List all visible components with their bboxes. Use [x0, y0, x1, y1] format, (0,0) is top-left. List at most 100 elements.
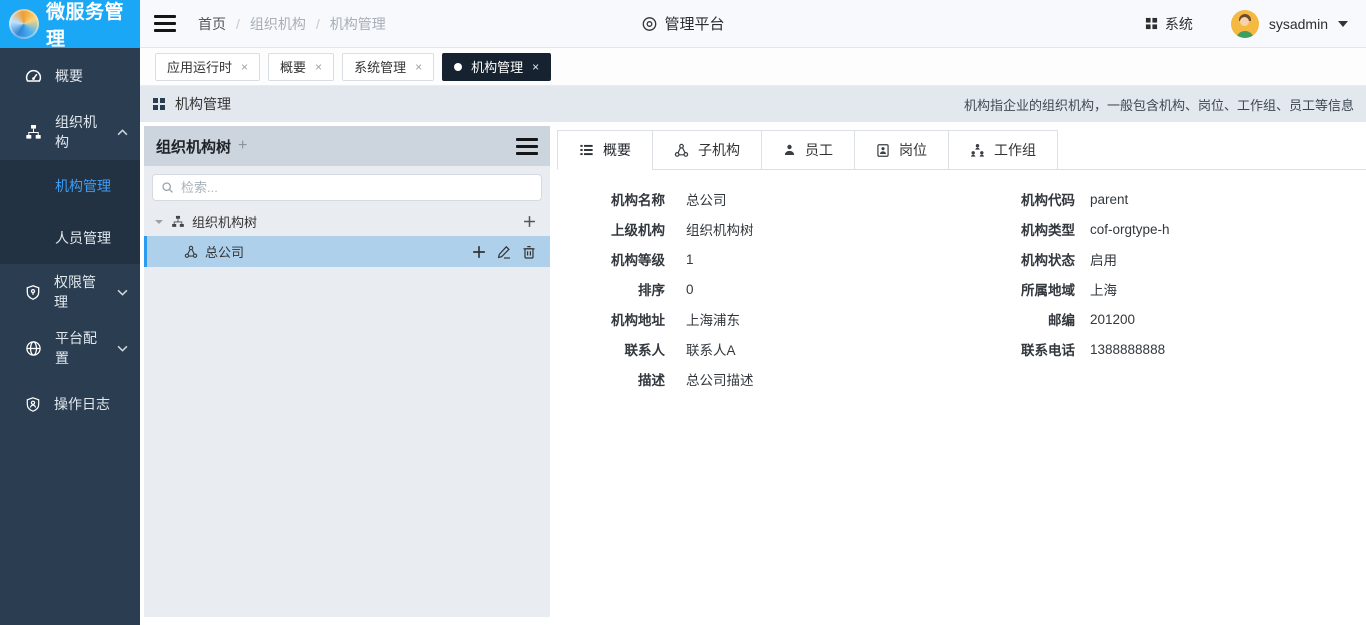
- open-tab-system-management[interactable]: 系统管理 ×: [342, 53, 434, 81]
- breadcrumb-home[interactable]: 首页: [198, 14, 226, 34]
- grid-icon: [152, 97, 166, 111]
- breadcrumb-separator: /: [236, 16, 240, 32]
- org-tree-panel: 组织机构树 + 组织机构树 总公司: [144, 126, 550, 617]
- sidebar-item-org-management[interactable]: 机构管理: [0, 160, 140, 212]
- field-value: 1: [686, 252, 694, 267]
- chevron-down-icon: [117, 345, 128, 352]
- tree-root-node[interactable]: 组织机构树: [144, 207, 550, 236]
- field-label: 机构类型: [990, 219, 1075, 239]
- open-tab-overview[interactable]: 概要 ×: [268, 53, 334, 81]
- sidebar-item-organization[interactable]: 组织机构: [0, 104, 140, 160]
- breadcrumb-current: 机构管理: [330, 14, 386, 34]
- field-value: 组织机构树: [686, 219, 754, 239]
- field-label: 机构地址: [557, 309, 665, 329]
- username[interactable]: sysadmin: [1269, 16, 1328, 32]
- field-label: 机构状态: [990, 249, 1075, 269]
- add-node-icon[interactable]: [472, 245, 486, 259]
- tab-label: 概要: [603, 140, 631, 160]
- system-menu[interactable]: 系统: [1145, 14, 1193, 34]
- field-row: 机构等级 1: [557, 244, 990, 274]
- open-tab-app-runtime[interactable]: 应用运行时 ×: [155, 53, 260, 81]
- header-actions: 系统 sysadmin: [1145, 10, 1366, 38]
- open-tab-label: 概要: [280, 57, 306, 76]
- tab-positions[interactable]: 岗位: [854, 130, 949, 170]
- logo-swirl-icon: [9, 9, 39, 39]
- field-label: 联系电话: [990, 339, 1075, 359]
- org-icon: [674, 143, 689, 158]
- add-node-icon[interactable]: [523, 215, 536, 228]
- close-icon[interactable]: ×: [532, 60, 539, 74]
- delete-icon[interactable]: [522, 245, 536, 259]
- sidebar-toggle-icon[interactable]: [154, 15, 176, 32]
- breadcrumb-org[interactable]: 组织机构: [250, 14, 306, 34]
- sidebar-item-platform-config[interactable]: 平台配置: [0, 320, 140, 376]
- tree-node-head-office[interactable]: 总公司: [144, 236, 550, 267]
- system-label: 系统: [1165, 14, 1193, 34]
- page-hint: 机构指企业的组织机构，一般包含机构、岗位、工作组、员工等信息: [964, 95, 1354, 114]
- field-value: 上海: [1090, 279, 1117, 299]
- sidebar-item-personnel-management[interactable]: 人员管理: [0, 212, 140, 264]
- add-icon[interactable]: +: [238, 137, 247, 155]
- tree-search-input[interactable]: [152, 174, 542, 201]
- field-value: 总公司: [686, 189, 727, 209]
- shield-icon: [25, 284, 41, 301]
- app-title: 微服务管理: [46, 0, 140, 51]
- tree-panel-title: 组织机构树: [156, 136, 231, 157]
- person-icon: [783, 143, 796, 157]
- sidebar-item-label: 概要: [55, 66, 83, 86]
- sidebar-item-label: 机构管理: [55, 176, 111, 196]
- list-icon: [579, 143, 594, 157]
- field-row: 机构类型 cof-orgtype-h: [990, 214, 1366, 244]
- field-row: 描述总公司描述: [557, 364, 990, 394]
- app-logo[interactable]: 微服务管理: [0, 0, 140, 48]
- chevron-down-icon: [117, 289, 128, 296]
- grid-icon: [1145, 17, 1158, 30]
- tab-employees[interactable]: 员工: [761, 130, 855, 170]
- field-label: 所属地域: [990, 279, 1075, 299]
- sidebar-item-permissions[interactable]: 权限管理: [0, 264, 140, 320]
- tab-label: 岗位: [899, 140, 927, 160]
- panel-menu-icon[interactable]: [516, 138, 538, 155]
- caret-down-icon[interactable]: [154, 217, 164, 227]
- close-icon[interactable]: ×: [315, 60, 322, 74]
- sidebar-item-overview[interactable]: 概要: [0, 48, 140, 104]
- org-icon: [184, 245, 198, 259]
- org-detail-fields: 机构名称总公司 上级机构组织机构树 机构等级1 排序0 机构地址上海浦东 联系人…: [557, 184, 1366, 394]
- sitemap-icon: [25, 124, 42, 140]
- field-label: 描述: [557, 369, 665, 389]
- sidebar-item-label: 组织机构: [55, 112, 104, 152]
- fields-left-column: 机构名称总公司 上级机构组织机构树 机构等级1 排序0 机构地址上海浦东 联系人…: [557, 184, 990, 394]
- caret-down-icon[interactable]: [1338, 21, 1348, 27]
- sidebar-item-operation-log[interactable]: 操作日志: [0, 376, 140, 432]
- badge-icon: [876, 143, 890, 158]
- field-label: 机构等级: [557, 249, 665, 269]
- tree-node-actions: [472, 245, 536, 259]
- tree-node-label: 组织机构树: [192, 212, 257, 231]
- close-icon[interactable]: ×: [241, 60, 248, 74]
- tab-sub-organizations[interactable]: 子机构: [652, 130, 762, 170]
- field-label: 排序: [557, 279, 665, 299]
- field-value: 启用: [1090, 249, 1117, 269]
- field-value: cof-orgtype-h: [1090, 222, 1170, 237]
- open-tab-label: 系统管理: [354, 57, 406, 76]
- sidebar-item-label: 操作日志: [54, 394, 110, 414]
- field-row: 机构地址上海浦东: [557, 304, 990, 334]
- tab-workgroups[interactable]: 工作组: [948, 130, 1058, 170]
- tree-panel-header: 组织机构树 +: [144, 126, 550, 166]
- close-icon[interactable]: ×: [415, 60, 422, 74]
- sidebar: 概要 组织机构 机构管理 人员管理 权限管理 平台配置 操作日志: [0, 48, 140, 625]
- tab-overview[interactable]: 概要: [557, 130, 653, 170]
- field-value: 201200: [1090, 312, 1135, 327]
- sidebar-submenu-organization: 机构管理 人员管理: [0, 160, 140, 264]
- tab-label: 子机构: [698, 140, 740, 160]
- detail-tabs: 概要 子机构 员工 岗位 工作组: [557, 130, 1366, 170]
- field-label: 邮编: [990, 309, 1075, 329]
- tab-label: 工作组: [994, 140, 1036, 160]
- edit-icon[interactable]: [497, 245, 511, 259]
- open-tab-org-management[interactable]: 机构管理 ×: [442, 53, 551, 81]
- field-row: 所属地域上海: [990, 274, 1366, 304]
- field-label: 上级机构: [557, 219, 665, 239]
- field-row: 邮编 201200: [990, 304, 1366, 334]
- search-icon: [161, 181, 174, 194]
- user-avatar[interactable]: [1231, 10, 1259, 38]
